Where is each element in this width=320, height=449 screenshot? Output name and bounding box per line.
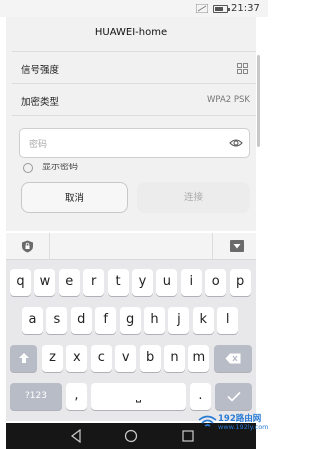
wifi-logo-icon <box>198 415 217 427</box>
watermark-url: www.192ly.com <box>218 423 269 431</box>
shift-arrow-icon <box>18 353 29 363</box>
dialog-title: HUAWEI-home <box>94 27 168 38</box>
signal-strength-label: 信号强度 <box>21 65 60 76</box>
back-icon[interactable] <box>70 429 82 443</box>
keyboard-toolbar <box>6 233 256 260</box>
eye-icon[interactable] <box>229 136 243 150</box>
soft-keyboard: q w e r t y u i o p a s d f g h j k l z x c v b n m ?123, ⎵. <box>6 233 256 421</box>
key-z[interactable]: z <box>42 345 63 372</box>
signal-icon <box>196 4 208 13</box>
status-bar: 21:37 <box>0 0 268 17</box>
key-d[interactable]: d <box>70 307 92 334</box>
divider <box>212 233 213 260</box>
watermark-logo: 192路由网 www.192ly.com <box>198 412 269 438</box>
show-password-checkbox[interactable] <box>23 163 33 173</box>
symbols-key[interactable]: ?123 <box>10 383 62 410</box>
key-c[interactable]: c <box>90 345 112 372</box>
security-lock-icon[interactable] <box>21 240 34 253</box>
enter-key[interactable] <box>215 383 252 410</box>
wifi-connect-dialog: HUAWEI-home 信号强度 加密类型 WPA2 PSK 密码 显示密码 取… <box>6 17 256 231</box>
key-y[interactable]: y <box>132 269 153 296</box>
encryption-type-label: 加密类型 <box>21 97 60 108</box>
key-k[interactable]: k <box>192 307 214 334</box>
key-u[interactable]: u <box>156 269 178 296</box>
key-i[interactable]: i <box>180 269 202 296</box>
cancel-button[interactable]: 取消 <box>21 182 128 213</box>
key-m[interactable]: m <box>188 345 210 372</box>
battery-icon <box>213 5 230 13</box>
key-o[interactable]: o <box>205 269 227 296</box>
key-n[interactable]: n <box>164 345 185 372</box>
show-password-label: 显示密码 <box>42 163 79 172</box>
period-key[interactable]: . <box>190 383 211 410</box>
clock: 21:37 <box>231 3 260 14</box>
key-s[interactable]: s <box>46 307 68 334</box>
key-b[interactable]: b <box>139 345 161 372</box>
backspace-key[interactable] <box>214 345 252 372</box>
checkmark-icon <box>226 391 241 402</box>
backspace-icon <box>225 353 241 364</box>
divider <box>49 233 50 260</box>
key-v[interactable]: v <box>115 345 137 372</box>
wifi-qr-icon <box>237 63 248 74</box>
key-x[interactable]: x <box>66 345 88 372</box>
divider <box>12 51 256 52</box>
encryption-type-value: WPA2 PSK <box>206 95 250 105</box>
password-input[interactable]: 密码 <box>19 128 250 158</box>
show-password-option[interactable]: 显示密码 <box>23 163 78 173</box>
home-icon[interactable] <box>124 429 138 443</box>
divider <box>12 83 256 84</box>
space-key[interactable]: ⎵ <box>91 383 186 410</box>
hide-keyboard-icon[interactable] <box>230 240 244 252</box>
password-placeholder: 密码 <box>29 140 48 150</box>
key-h[interactable]: h <box>144 307 165 334</box>
key-j[interactable]: j <box>168 307 190 334</box>
recent-apps-icon[interactable] <box>182 429 194 443</box>
scrollbar[interactable] <box>257 55 260 147</box>
key-q[interactable]: q <box>10 269 31 296</box>
key-t[interactable]: t <box>107 269 129 296</box>
divider <box>12 115 256 116</box>
key-l[interactable]: l <box>217 307 239 334</box>
key-g[interactable]: g <box>119 307 141 334</box>
key-w[interactable]: w <box>34 269 56 296</box>
key-f[interactable]: f <box>95 307 117 334</box>
connect-button[interactable]: 连接 <box>137 182 250 213</box>
key-e[interactable]: e <box>58 269 80 296</box>
key-r[interactable]: r <box>83 269 105 296</box>
key-a[interactable]: a <box>22 307 43 334</box>
comma-key[interactable]: , <box>66 383 87 410</box>
key-p[interactable]: p <box>229 269 251 296</box>
shift-key[interactable] <box>10 345 37 372</box>
